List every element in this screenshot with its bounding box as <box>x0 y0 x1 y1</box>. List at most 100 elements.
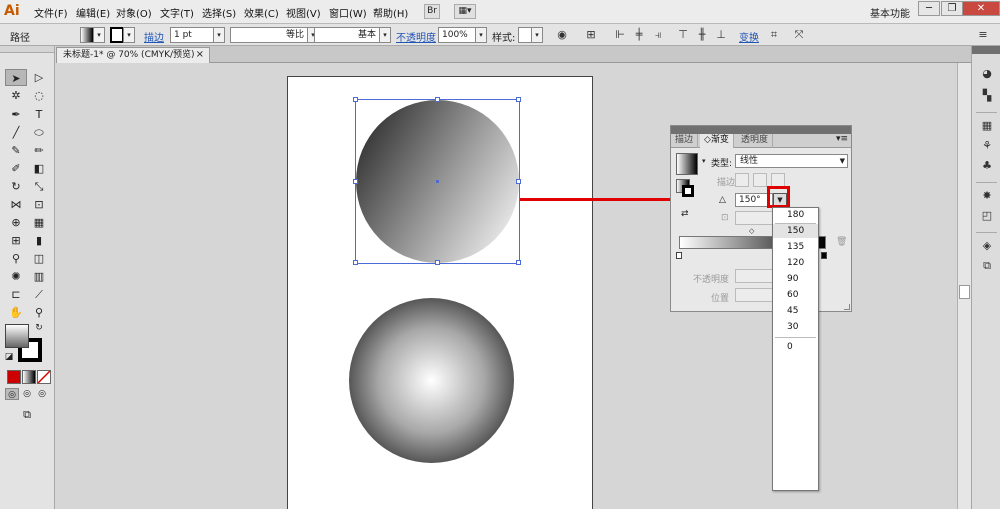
perspective-grid-tool-icon[interactable]: ▦ <box>28 214 50 231</box>
free-transform-tool-icon[interactable]: ⊡ <box>28 196 50 213</box>
align-top-icon[interactable]: ⊤ <box>676 28 690 42</box>
angle-option[interactable]: 30 <box>773 320 818 334</box>
menu-type[interactable]: 文字(T) <box>160 5 194 20</box>
stroke-weight-field[interactable]: 1 pt <box>170 27 214 43</box>
snap-icon[interactable]: ⤧ <box>792 28 806 42</box>
gradient-stop-black[interactable] <box>821 252 827 259</box>
pen-tool-icon[interactable]: ✒ <box>5 106 27 123</box>
stroke-weight-dropdown[interactable]: ▾ <box>213 27 225 43</box>
magic-wand-tool-icon[interactable]: ✲ <box>5 87 27 104</box>
gradient-type-select[interactable]: 线性 ▼ <box>735 154 848 168</box>
bridge-button[interactable]: Br <box>424 4 440 19</box>
align-hcenter-icon[interactable]: ╪ <box>632 28 646 42</box>
graphic-style-swatch[interactable] <box>518 27 532 43</box>
stroke-indicator[interactable] <box>682 185 694 197</box>
angle-option[interactable]: 180 <box>773 208 818 222</box>
pencil-tool-icon[interactable]: ✏ <box>28 142 50 159</box>
vertical-scrollbar[interactable] <box>957 63 971 509</box>
draw-behind-icon[interactable]: ◎ <box>20 388 34 400</box>
tab-gradient[interactable]: ◇渐变 <box>700 134 734 148</box>
stroke-dropdown[interactable]: ▾ <box>123 27 135 43</box>
rotate-tool-icon[interactable]: ↻ <box>5 178 27 195</box>
tools-panel-grip[interactable] <box>0 46 54 53</box>
dock-grip[interactable] <box>972 46 1000 54</box>
menu-object[interactable]: 对象(O) <box>116 5 152 20</box>
menu-help[interactable]: 帮助(H) <box>373 5 408 20</box>
draw-normal-icon[interactable]: ◎ <box>5 388 19 400</box>
slice-tool-icon[interactable]: ⟋ <box>28 286 50 303</box>
tab-stroke[interactable]: 描边 <box>671 134 699 148</box>
close-window-button[interactable]: ✕ <box>962 1 1000 16</box>
menu-effect[interactable]: 效果(C) <box>244 5 279 20</box>
artboard-tool-icon[interactable]: ⊏ <box>5 286 27 303</box>
resize-handle[interactable] <box>435 260 440 265</box>
angle-option[interactable]: 0 <box>773 340 818 354</box>
panel-menu-icon[interactable]: ▾≡ <box>836 134 848 144</box>
document-tab[interactable]: 未标题-1* @ 70% (CMYK/预览) × <box>56 47 210 63</box>
resize-handle[interactable] <box>435 97 440 102</box>
lasso-tool-icon[interactable]: ◌ <box>28 87 50 104</box>
arrange-documents-button[interactable]: ▦▾ <box>454 4 476 19</box>
default-colors-icon[interactable]: ◪ <box>3 351 15 363</box>
transform-panel-link[interactable]: 变换 <box>739 29 759 44</box>
isolate-group-icon[interactable]: ⌗ <box>767 28 781 42</box>
workspace-switcher[interactable]: 基本功能 <box>870 5 910 20</box>
line-tool-icon[interactable]: ╱ <box>5 124 27 141</box>
swatches-icon[interactable]: ▦ <box>979 118 995 134</box>
fill-color-swatch[interactable] <box>80 27 94 43</box>
appearance-icon[interactable]: ◰ <box>979 208 995 224</box>
screen-mode-icon[interactable]: ⧉ <box>16 406 38 423</box>
midpoint-diamond-icon[interactable]: ◇ <box>749 227 754 235</box>
graphic-style-dropdown[interactable]: ▾ <box>531 27 543 43</box>
minimize-button[interactable]: ─ <box>918 1 940 16</box>
artboard[interactable] <box>287 76 593 509</box>
draw-inside-icon[interactable]: ◎ <box>35 388 49 400</box>
scale-tool-icon[interactable]: ⤡ <box>28 178 50 195</box>
color-mode-icon[interactable] <box>7 370 21 384</box>
align-left-icon[interactable]: ⊩ <box>613 28 627 42</box>
gradient-tool-icon[interactable]: ▮ <box>28 232 50 249</box>
eyedropper-tool-icon[interactable]: ⚲ <box>5 250 27 267</box>
gradient-stop-white[interactable] <box>676 252 682 259</box>
symbols-icon[interactable]: ♣ <box>979 158 995 174</box>
fill-color-box[interactable] <box>5 324 29 348</box>
gradient-presets-icon[interactable]: ▾ <box>702 157 706 165</box>
align-right-icon[interactable]: ⫣ <box>651 28 665 42</box>
shape-builder-tool-icon[interactable]: ⊕ <box>5 214 27 231</box>
panel-resize-grip[interactable] <box>844 304 850 310</box>
stroke-color-swatch[interactable] <box>110 27 124 43</box>
none-mode-icon[interactable] <box>37 370 51 384</box>
recolor-artwork-icon[interactable]: ◉ <box>555 28 569 42</box>
control-bar-menu-icon[interactable]: ≡ <box>976 28 990 42</box>
brushes-icon[interactable]: ⚘ <box>979 138 995 154</box>
artboards-icon[interactable]: ⧉ <box>979 258 995 274</box>
brush-definition[interactable]: 基本 <box>314 27 380 43</box>
menu-window[interactable]: 窗口(W) <box>329 5 367 20</box>
layers-icon[interactable]: ◈ <box>979 238 995 254</box>
eraser-tool-icon[interactable]: ◧ <box>28 160 50 177</box>
resize-handle[interactable] <box>353 97 358 102</box>
ellipse-tool-icon[interactable]: ⬭ <box>28 124 50 141</box>
resize-handle[interactable] <box>516 179 521 184</box>
angle-option[interactable]: 90 <box>773 272 818 286</box>
resize-handle[interactable] <box>353 260 358 265</box>
scrollbar-thumb[interactable] <box>959 285 970 299</box>
color-guide-icon[interactable]: ▚ <box>979 88 995 104</box>
reverse-gradient-icon[interactable]: ⇄ <box>681 209 689 219</box>
blend-tool-icon[interactable]: ◫ <box>28 250 50 267</box>
opacity-field[interactable]: 100% <box>438 27 476 43</box>
fill-dropdown[interactable]: ▾ <box>93 27 105 43</box>
align-vcenter-icon[interactable]: ╫ <box>695 28 709 42</box>
opacity-panel-link[interactable]: 不透明度 <box>396 29 436 44</box>
menu-select[interactable]: 选择(S) <box>202 5 236 20</box>
resize-handle[interactable] <box>353 179 358 184</box>
paintbrush-tool-icon[interactable]: ✎ <box>5 142 27 159</box>
radial-gradient-circle[interactable] <box>349 298 514 463</box>
variable-width-profile[interactable]: 等比 <box>230 27 308 43</box>
brush-dropdown[interactable]: ▾ <box>379 27 391 43</box>
hand-tool-icon[interactable]: ✋ <box>5 304 27 321</box>
selection-tool-icon[interactable]: ➤ <box>5 69 27 86</box>
angle-option[interactable]: 135 <box>773 240 818 254</box>
menu-edit[interactable]: 编辑(E) <box>76 5 110 20</box>
color-panel-icon[interactable]: ◕ <box>979 66 995 82</box>
